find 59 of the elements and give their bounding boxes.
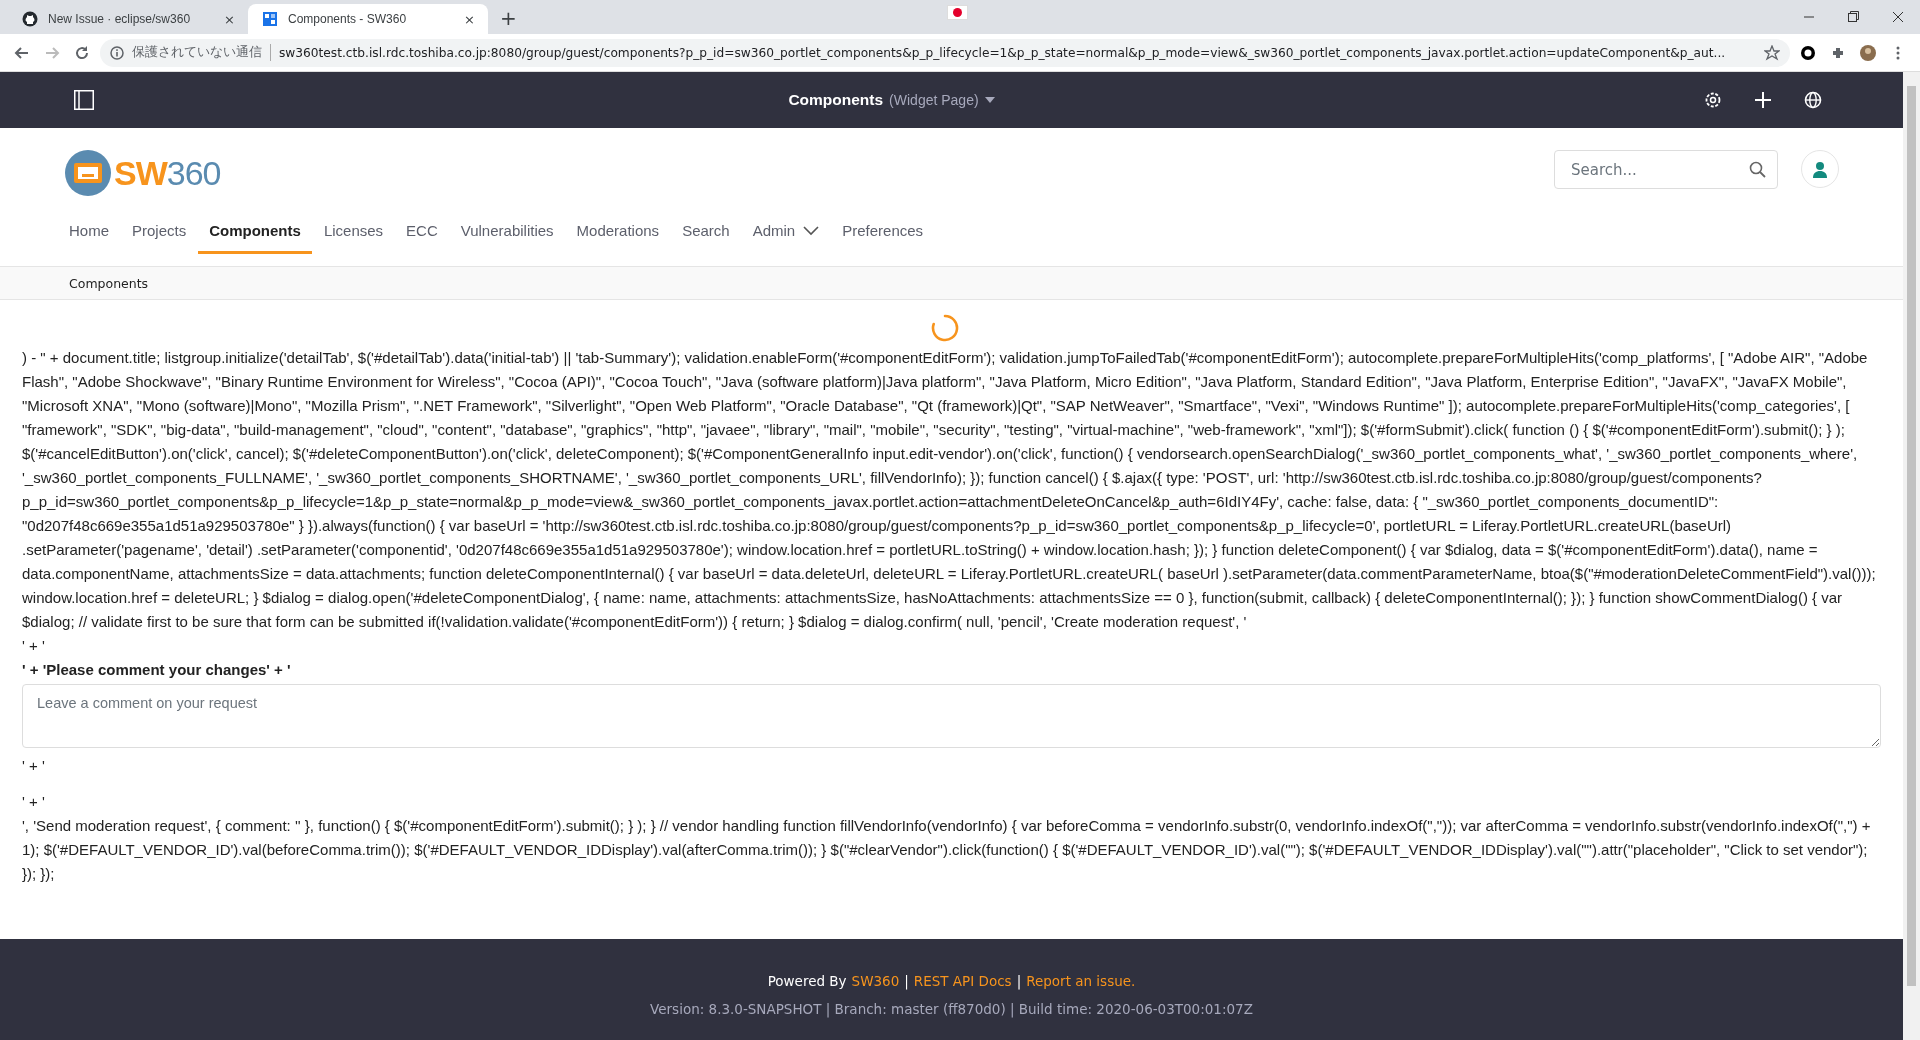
search-icon[interactable] [1749, 161, 1766, 178]
footer-link[interactable]: SW360 [851, 973, 900, 989]
nav-item[interactable]: ECC [395, 222, 449, 254]
caret-icon[interactable] [984, 97, 995, 103]
sidebar-toggle-icon[interactable] [74, 90, 94, 110]
user-icon [1812, 160, 1828, 178]
star-icon[interactable] [1764, 44, 1780, 61]
loading-spinner-icon [930, 314, 959, 342]
nav-item[interactable]: Search [671, 222, 741, 254]
version-text: Version: 8.3.0-SNAPSHOT | Branch: master (ff870d0) | Build time: 2020-06-03T00:01:07Z [650, 1001, 1253, 1017]
globe-icon[interactable] [1803, 90, 1823, 110]
address-bar[interactable] [100, 38, 1790, 67]
nav-item[interactable]: Projects [121, 222, 198, 254]
separator-text: | [904, 973, 909, 989]
nav-item[interactable]: Vulnerabilities [449, 222, 565, 254]
page-title: Components [788, 91, 884, 109]
tab-title: Components - SW360 [288, 12, 408, 26]
flag-icon [947, 5, 968, 20]
search-field[interactable]: Search... [1554, 150, 1778, 189]
new-tab-button[interactable]: + [494, 5, 523, 31]
close-tab-button[interactable]: × [461, 11, 478, 27]
nav-item[interactable]: Licenses [312, 222, 395, 254]
field-label: ' + 'Please comment your changes' + ' [22, 660, 292, 680]
close-tab-button[interactable]: × [221, 11, 238, 27]
code-text: ' + ' [22, 636, 46, 656]
info-icon[interactable] [110, 45, 124, 60]
code-text: ' + ' [22, 756, 46, 776]
footer-text: Powered By [767, 973, 847, 989]
comment-field[interactable]: Leave a comment on your request [22, 684, 1881, 748]
extension-icon[interactable] [1800, 44, 1816, 61]
back-icon[interactable] [14, 44, 30, 61]
scrollbar[interactable] [1903, 72, 1920, 1040]
site-icon [262, 11, 278, 27]
browser-tab[interactable]: Components - SW360 × [248, 4, 488, 34]
nav-item[interactable]: Moderations [565, 222, 671, 254]
security-label: 保護されていない通信 [132, 44, 271, 61]
footer-link[interactable]: REST API Docs [913, 973, 1012, 989]
plus-icon[interactable] [1753, 90, 1773, 110]
reload-icon[interactable] [74, 44, 90, 61]
settings-icon[interactable] [1703, 90, 1723, 110]
browser-tab[interactable]: New Issue · eclipse/sw360 × [8, 4, 248, 34]
page-type: (Widget Page) [889, 92, 979, 108]
code-text: ', 'Send moderation request', { comment: '' }, function() { $('#componentEditForm').submit(); } ); } // vendor handling function fillVendorInfo(vendorInfo) { var beforeComma = vendorInfo.substr(0, vendorInfo.indexOf(",")); var afterComma = vendorInfo.substr(vendorInfo.indexOf(",") + 1); $('#DEFAULT_VENDOR_ID').val(beforeComma.trim()); $('#DEFAULT_VENDOR_IDDisplay').val(afterComma.trim()); } $("#clearVendor").click(function() { $('#DEFAULT_VENDOR_ID').val(""); $('#DEFAULT_VENDOR_IDDisplay').val("").attr("placeholder", "Click to set vendor"); }); }); [22, 816, 1872, 884]
github-icon [22, 11, 38, 27]
footer-link[interactable]: Report an issue. [1026, 973, 1136, 989]
logo-icon [64, 149, 112, 197]
nav-item[interactable]: Components [198, 222, 312, 254]
url-text: sw360test.ctb.isl.rdc.toshiba.co.jp:8080/group/guest/components?p_p_id=sw360_portlet_components&p_p_lifecycle=1&p_p_state=normal&p_p_mode=view&_sw360_portlet_components_javax.portlet.action=updateComponent&p_aut... [279, 45, 1727, 60]
avatar-icon[interactable] [1860, 44, 1876, 61]
nav-item[interactable]: Preferences [831, 222, 935, 254]
separator-text: | [1016, 973, 1022, 989]
tab-title: New Issue · eclipse/sw360 [48, 12, 192, 26]
logo-text: SW360 [114, 153, 221, 193]
chevron-down-icon[interactable] [803, 225, 820, 236]
code-text: ) - " + document.title; listgroup.initialize('detailTab', $('#detailTab').data('initial-tab') || 'tab-Summary'); validation.enableForm('#componentEditForm'); validation.jumpToFailedTab('#componentEditForm'); autocomplete.prepareForMultipleHits('comp_platforms', [ "Adobe AIR", "Adobe Flash", "Adobe Shockwave", "Binary Runtime Environment for Wireless", "Cocoa (API)", "Cocoa Touch", "Java (software platform)|Java platform", "Java Platform, Micro Edition", "Java Platform, Standard Edition", "Java Platform, Enterprise Edition", "JavaFX", "JavaFX Mobile", "Microsoft XNA", "Mono (software)|Mono", "Mozilla Prism", ".NET Framework", "Silverlight", "Open Web Platform", "Oracle Database", "Qt (framework)|Qt", "SAP NetWeaver", "Smartface", "Vexi", "Windows Runtime" ]); autocomplete.prepareForMultipleHits('comp_categories', [ "framework", "SDK", "big-data", "build-management", "cloud", "content", "database", "graphics", "http", "javaee", "library", "mail", "mobile", "security", "testing", "virtual-machine", "web-framework", "xml"]); $('#formSubmit').click( function () { $('#componentEditForm').submit(); } ); $('#cancelEditButton').on('click', cancel); $('#deleteComponentButton').on('click', deleteComponent); $('#ComponentGeneralInfo input.edit-vendor').on('click', function() { vendorsearch.openSearchDialog('_sw360_portlet_components_what', '_sw360_portlet_components_where', '_sw360_portlet_components_FULLNAME', '_sw360_portlet_components_SHORTNAME', '_sw360_portlet_components_URL', fillVendorInfo); }); function cancel() { $.ajax({ type: 'POST', url: 'http://sw360test.ctb.isl.rdc.toshiba.co.jp:8080/group/guest/components?p_p_id=sw360_portlet_components&p_p_lifecycle=1&p_p_state=normal&p_p_mode=view&_sw360_portlet_components_javax.portlet.action=attachmentDeleteOnCancel&p_auth=6IdIY4Fy', cache: false, data: { "_sw360_portlet_components_documentID": "0d207f48c669e355a1d51a929503780e" } }).always(function() { var baseUrl = 'http://sw360test.ctb.isl.rdc.toshiba.co.jp:8080/group/guest/components?p_p_id=sw360_portlet_components&p_p_lifecycle=0', portletURL = Liferay.PortletURL.createURL(baseUrl) .setParameter('pagename', 'detail') .setParameter('componentid', '0d207f48c669e355a1d51a929503780e'); window.location.href = portletURL.toString() + window.location.hash; }); } function deleteComponent() { var $dialog, data = $('#componentEditForm').data(), name = data.componentName, attachmentsSize = data.attachments; function deleteComponentInternal() { var baseUrl = data.deleteUrl, deleteURL = Liferay.PortletURL.createURL( baseUrl ).setParameter(data.commentParameterName, btoa($("#moderationDeleteCommentField").val())); window.location.href = deleteURL; } $dialog = dialog.open('#deleteComponentDialog', { name: name, attachments: attachmentsSize, hasNoAttachments: attachmentsSize == 0 }, function(submit, callback) { deleteComponentInternal(); }); } function showCommentDialog() { var $dialog; // validate first to be sure that form can be submitted if(!validation.validate('#componentEditForm')) { return; } $dialog = dialog.confirm( null, 'pencil', 'Create moderation request', ' [22, 348, 1877, 632]
nav-item[interactable]: Home [58, 222, 120, 254]
code-text: ' + ' [22, 792, 46, 812]
nav-item[interactable]: Admin [741, 222, 831, 254]
breadcrumb-item[interactable]: Components [69, 275, 149, 291]
